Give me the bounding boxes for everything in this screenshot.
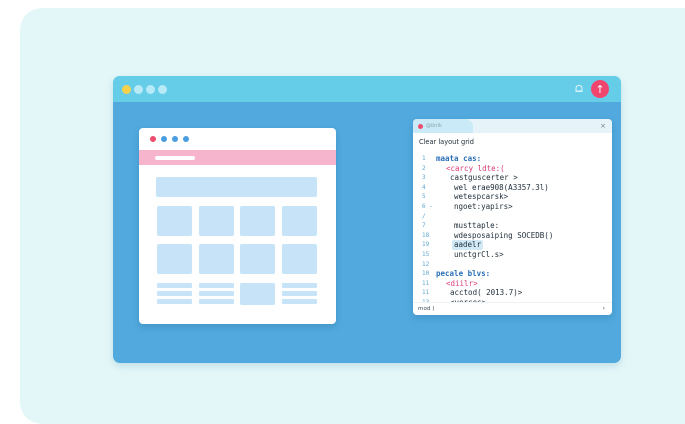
line-number: 6 - <box>422 202 433 210</box>
line-number: 2 <box>422 164 426 172</box>
code-line[interactable]: 11 acctod( 2013.7)> <box>413 288 612 298</box>
wireframe-tile <box>240 206 275 236</box>
footer-mode-label: mod ) <box>418 306 435 312</box>
wireframe-line <box>199 283 234 288</box>
wireframe-header-line <box>155 156 195 160</box>
wireframe-preview <box>139 128 336 324</box>
code-text: wetespcarsk> <box>454 192 509 202</box>
code-line[interactable]: 3 castguscerter > <box>413 173 612 183</box>
line-number: / <box>422 212 426 220</box>
wireframe-tile <box>157 244 192 274</box>
arrow-up-icon: ↑ <box>595 82 605 96</box>
line-number: 19 <box>422 241 430 249</box>
upload-button[interactable]: ↑ <box>591 80 609 98</box>
code-line[interactable]: 4 wel erae908(A3357.3l) <box>413 183 612 193</box>
line-number: 15 <box>422 250 430 258</box>
wireframe-line <box>157 283 192 288</box>
code-text: aadelr <box>452 240 484 250</box>
wireframe-dot-blue <box>183 136 189 142</box>
chevron-right-icon[interactable]: › <box>603 304 605 314</box>
line-number: 11 <box>422 279 430 287</box>
wireframe-line <box>157 291 192 296</box>
code-line[interactable]: 2 <carcy ldte:( <box>413 164 612 174</box>
wireframe-tile <box>240 244 275 274</box>
code-text: pecale blvs: <box>436 269 491 279</box>
code-text: <carcy ldte:( <box>446 163 505 173</box>
editor-title: Clear layout grid <box>419 138 474 146</box>
code-line[interactable]: 10 pecale blvs: <box>413 269 612 279</box>
code-line[interactable]: 18 wdesposaiping SOCEDB() <box>413 231 612 241</box>
code-text: castguscerter > <box>450 173 518 183</box>
code-text: wdesposaiping SOCEDB() <box>454 230 554 240</box>
line-number: 18 <box>422 231 430 239</box>
line-number: 3 <box>422 174 426 182</box>
bell-icon[interactable] <box>574 84 584 94</box>
wireframe-line <box>157 299 192 304</box>
code-text: maata cas: <box>436 154 482 163</box>
code-line[interactable]: 15 unctgrCl.s> <box>413 250 612 260</box>
wireframe-banner <box>156 177 317 197</box>
code-line[interactable]: 6 - ngoet:yapirs> <box>413 202 612 212</box>
wireframe-tile <box>199 206 234 236</box>
code-text: <diilr> <box>446 278 478 288</box>
code-line[interactable]: 5 wetespcarsk> <box>413 192 612 202</box>
wireframe-line <box>199 299 234 304</box>
close-icon[interactable]: × <box>600 121 606 131</box>
wireframe-line <box>282 299 317 304</box>
code-text: unctgrCl.s> <box>454 249 504 259</box>
code-line[interactable]: 12 <box>413 260 612 270</box>
code-text: acctod( 2013.7)> <box>450 288 523 298</box>
wireframe-dot-blue <box>172 136 178 142</box>
line-number: 11 <box>422 289 430 297</box>
wireframe-tile <box>240 283 275 305</box>
code-area[interactable]: 1 maata cas: 2 <carcy ldte:( 3 castguscerter … <box>413 154 612 308</box>
window-dot[interactable] <box>134 85 143 94</box>
code-line[interactable]: 7 musttaple: <box>413 221 612 231</box>
window-titlebar <box>113 76 621 102</box>
code-text: ngoet:yapirs> <box>454 201 513 211</box>
wireframe-tile <box>282 206 317 236</box>
window-dot[interactable] <box>158 85 167 94</box>
wireframe-tile <box>199 244 234 274</box>
wireframe-tile <box>282 244 317 274</box>
editor-footer: mod ) › <box>413 302 612 315</box>
editor-tab[interactable]: @ibrik <box>413 119 473 133</box>
code-line[interactable]: 1 maata cas: <box>413 154 612 164</box>
editor-tab-label: @ibrik <box>426 123 442 129</box>
code-text: musttaple: <box>454 221 500 231</box>
code-line[interactable]: 11 <diilr> <box>413 279 612 289</box>
wireframe-dot-red <box>150 136 156 142</box>
line-number: 4 <box>422 183 426 191</box>
window-dot[interactable] <box>146 85 155 94</box>
tab-status-dot <box>418 124 423 129</box>
code-line[interactable]: 19 aadelr <box>413 240 612 250</box>
line-number: 7 <box>422 222 426 230</box>
window-dot-yellow[interactable] <box>122 85 131 94</box>
wireframe-line <box>199 291 234 296</box>
wireframe-line <box>282 291 317 296</box>
wireframe-line <box>282 283 317 288</box>
line-number: 12 <box>422 260 430 268</box>
editor-tab-bar: @ibrik × <box>413 119 612 133</box>
line-number: 5 <box>422 193 426 201</box>
code-text: wel erae908(A3357.3l) <box>454 182 549 192</box>
code-editor-panel: @ibrik × Clear layout grid 1 maata cas: 2 <… <box>413 119 612 315</box>
wireframe-dot-blue <box>161 136 167 142</box>
wireframe-tile <box>157 206 192 236</box>
code-line[interactable]: / <box>413 212 612 222</box>
